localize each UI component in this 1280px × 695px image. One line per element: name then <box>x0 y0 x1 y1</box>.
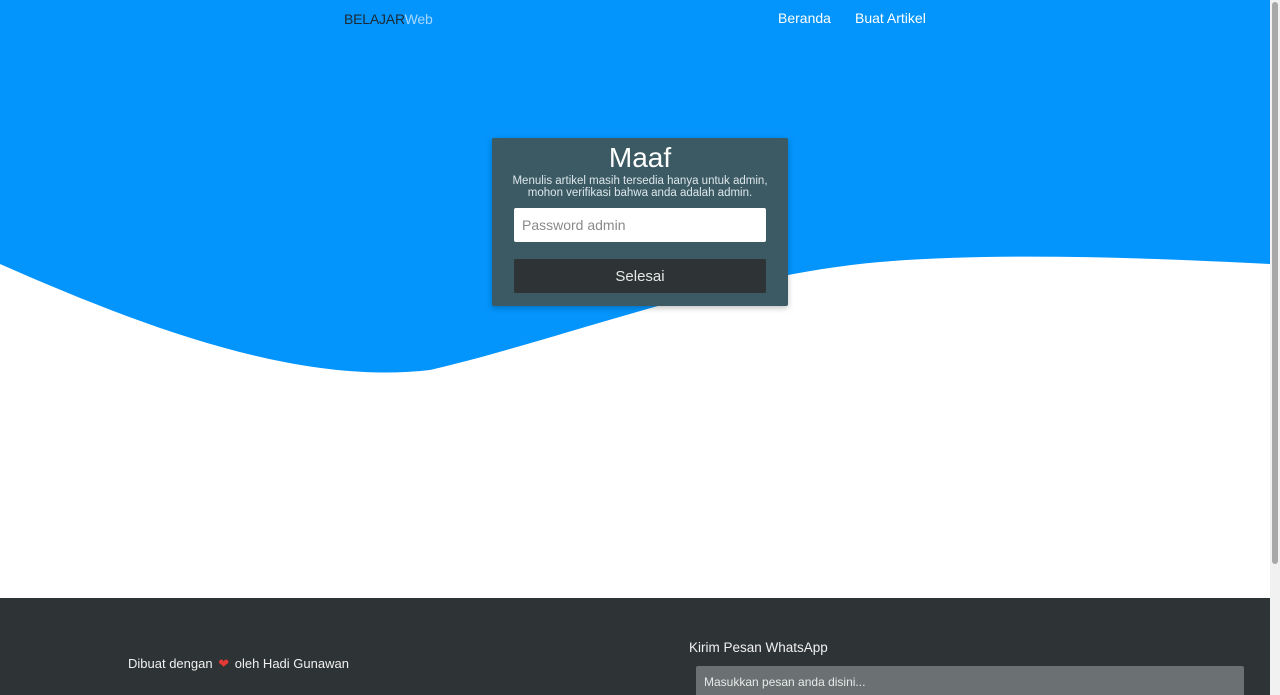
submit-button[interactable]: Selesai <box>514 259 766 293</box>
footer-credit-prefix: Dibuat dengan <box>128 656 213 671</box>
card-title: Maaf <box>608 142 672 173</box>
whatsapp-title: Kirim Pesan WhatsApp <box>689 640 828 655</box>
footer: Dibuat dengan ❤ oleh Hadi Gunawan Kirim … <box>0 598 1270 695</box>
brand-logo-part2: Web <box>404 11 433 27</box>
nav-link-buat-artikel[interactable]: Buat Artikel <box>855 10 926 26</box>
heart-icon: ❤ <box>218 656 230 671</box>
card-message: Menulis artikel masih tersedia hanya unt… <box>512 175 768 199</box>
whatsapp-message-input[interactable] <box>696 666 1244 695</box>
navbar: BELAJARWeb Beranda Buat Artikel <box>0 0 1270 38</box>
footer-credit: Dibuat dengan ❤ oleh Hadi Gunawan <box>128 656 349 672</box>
nav-link-beranda[interactable]: Beranda <box>778 10 831 26</box>
page: BELAJARWeb Beranda Buat Artikel Maaf Men… <box>0 0 1270 695</box>
footer-credit-suffix: oleh Hadi Gunawan <box>234 656 349 671</box>
page-scrollbar[interactable] <box>1270 0 1280 695</box>
brand-logo[interactable]: BELAJARWeb <box>344 11 433 27</box>
admin-password-input[interactable] <box>514 208 766 242</box>
brand-logo-part1: BELAJAR <box>344 11 405 27</box>
scrollbar-thumb[interactable] <box>1272 2 1278 564</box>
admin-verification-card: Maaf Menulis artikel masih tersedia hany… <box>492 138 788 306</box>
